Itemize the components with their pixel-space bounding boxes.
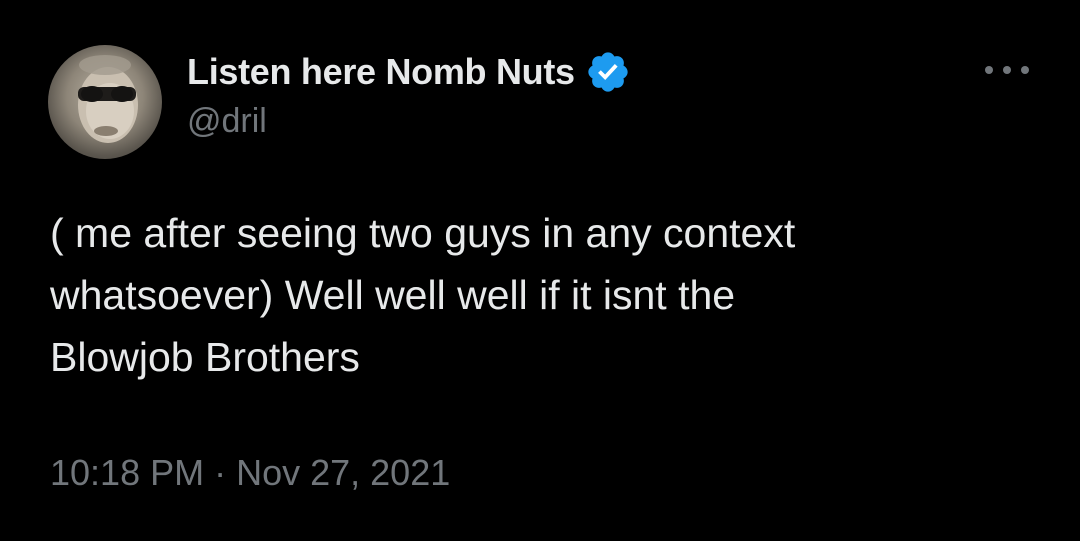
more-dot — [985, 66, 993, 74]
tweet-text-line: whatsoever) Well well well if it isnt th… — [50, 272, 736, 318]
tweet-header: Listen here Nomb Nuts @dril — [187, 48, 631, 141]
tweet-text-line: Blowjob Brothers — [50, 334, 360, 380]
tweet-text: ( me after seeing two guys in any contex… — [50, 202, 1010, 388]
user-handle[interactable]: @dril — [187, 102, 631, 141]
tweet-text-line: ( me after seeing two guys in any contex… — [50, 210, 796, 256]
tweet-time: 10:18 PM — [50, 452, 205, 493]
avatar[interactable] — [48, 45, 162, 159]
avatar-photo — [78, 55, 138, 143]
tweet-card: Listen here Nomb Nuts @dril ( me after s… — [0, 0, 1080, 541]
more-dot — [1021, 66, 1029, 74]
name-row: Listen here Nomb Nuts — [187, 48, 631, 96]
meta-separator: · — [214, 452, 227, 493]
more-options-icon[interactable] — [985, 58, 1029, 82]
more-dot — [1003, 66, 1011, 74]
tweet-date: Nov 27, 2021 — [236, 452, 451, 493]
tweet-timestamp[interactable]: 10:18 PM · Nov 27, 2021 — [50, 452, 450, 494]
display-name[interactable]: Listen here Nomb Nuts — [187, 51, 575, 93]
verified-badge-icon — [588, 52, 628, 92]
